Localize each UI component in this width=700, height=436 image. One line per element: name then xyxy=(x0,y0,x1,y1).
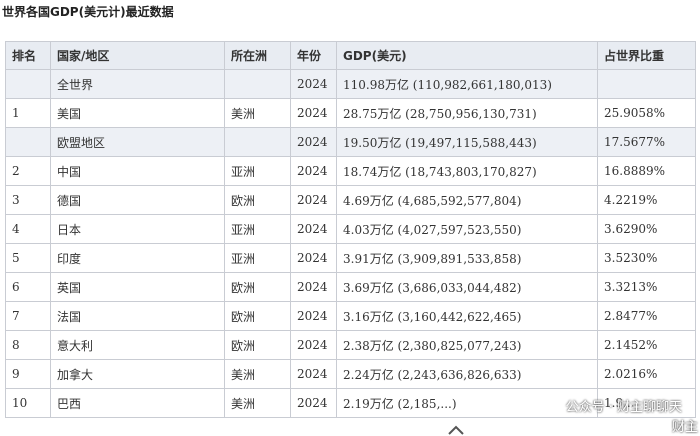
cell-rank xyxy=(5,127,51,157)
table-row: 9 加拿大 美洲 2024 2.24万亿 (2,243,636,826,633) 2.02… xyxy=(5,359,696,389)
cell-share: 16.8889% xyxy=(597,156,696,186)
cell-share: 2.8477% xyxy=(597,301,696,331)
cell-rank: 3 xyxy=(5,185,51,215)
cell-rank: 10 xyxy=(5,388,51,418)
header-year: 年份 xyxy=(290,41,337,70)
watermark-secondary: 财主 xyxy=(671,420,698,435)
cell-country: 全世界 xyxy=(50,69,225,99)
cell-country: 中国 xyxy=(50,156,225,186)
cell-continent xyxy=(224,127,291,157)
cell-year: 2024 xyxy=(290,127,337,157)
cell-rank: 5 xyxy=(5,243,51,273)
cell-share: 17.5677% xyxy=(597,127,696,157)
cell-year: 2024 xyxy=(290,98,337,128)
cell-share: 4.2219% xyxy=(597,185,696,215)
table-header-row: 排名 国家/地区 所在洲 年份 GDP(美元) 占世界比重 xyxy=(5,41,696,70)
cell-year: 2024 xyxy=(290,301,337,331)
cell-gdp: 110.98万亿 (110,982,661,180,013) xyxy=(336,69,598,99)
cell-gdp: 3.69万亿 (3,686,033,044,482) xyxy=(336,272,598,302)
gdp-table: 排名 国家/地区 所在洲 年份 GDP(美元) 占世界比重 全世界 2024 110… xyxy=(5,41,696,418)
cell-country: 英国 xyxy=(50,272,225,302)
cell-year: 2024 xyxy=(290,359,337,389)
cell-country: 意大利 xyxy=(50,330,225,360)
cell-continent: 亚洲 xyxy=(224,243,291,273)
cell-gdp: 4.69万亿 (4,685,592,577,804) xyxy=(336,185,598,215)
cell-gdp: 3.91万亿 (3,909,891,533,858) xyxy=(336,243,598,273)
watermark-text: 公众号 · 财主聊聊天 xyxy=(565,400,682,415)
cell-continent: 欧洲 xyxy=(224,272,291,302)
cell-year: 2024 xyxy=(290,330,337,360)
header-share: 占世界比重 xyxy=(597,41,696,70)
table-row: 7 法国 欧洲 2024 3.16万亿 (3,160,442,622,465) 2.847… xyxy=(5,301,696,331)
cell-continent: 亚洲 xyxy=(224,214,291,244)
cell-share: 3.3213% xyxy=(597,272,696,302)
header-rank: 排名 xyxy=(5,41,51,70)
cell-year: 2024 xyxy=(290,388,337,418)
cell-country: 加拿大 xyxy=(50,359,225,389)
cell-year: 2024 xyxy=(290,156,337,186)
cell-gdp: 4.03万亿 (4,027,597,523,550) xyxy=(336,214,598,244)
table-row: 3 德国 欧洲 2024 4.69万亿 (4,685,592,577,804) 4.221… xyxy=(5,185,696,215)
cell-gdp: 2.24万亿 (2,243,636,826,633) xyxy=(336,359,598,389)
cell-country: 欧盟地区 xyxy=(50,127,225,157)
table-row: 1 美国 美洲 2024 28.75万亿 (28,750,956,130,731) 25.… xyxy=(5,98,696,128)
cell-continent: 美洲 xyxy=(224,98,291,128)
cell-gdp: 18.74万亿 (18,743,803,170,827) xyxy=(336,156,598,186)
cell-continent: 欧洲 xyxy=(224,330,291,360)
wechat-icon xyxy=(545,399,562,412)
watermark: 公众号 · 财主聊聊天 xyxy=(545,396,682,415)
table-row: 2 中国 亚洲 2024 18.74万亿 (18,743,803,170,827) 16.… xyxy=(5,156,696,186)
scroll-indicator-icon xyxy=(448,425,464,435)
cell-rank: 1 xyxy=(5,98,51,128)
cell-gdp: 2.38万亿 (2,380,825,077,243) xyxy=(336,330,598,360)
table-row: 全世界 2024 110.98万亿 (110,982,661,180,013) xyxy=(5,69,696,99)
table-row: 欧盟地区 2024 19.50万亿 (19,497,115,588,443) 17.5… xyxy=(5,127,696,157)
cell-year: 2024 xyxy=(290,214,337,244)
table-row: 5 印度 亚洲 2024 3.91万亿 (3,909,891,533,858) 3.523… xyxy=(5,243,696,273)
cell-year: 2024 xyxy=(290,185,337,215)
header-country: 国家/地区 xyxy=(50,41,225,70)
cell-country: 印度 xyxy=(50,243,225,273)
cell-rank: 2 xyxy=(5,156,51,186)
cell-rank: 6 xyxy=(5,272,51,302)
cell-continent: 美洲 xyxy=(224,388,291,418)
cell-continent: 美洲 xyxy=(224,359,291,389)
cell-country: 德国 xyxy=(50,185,225,215)
cell-country: 美国 xyxy=(50,98,225,128)
cell-gdp: 28.75万亿 (28,750,956,130,731) xyxy=(336,98,598,128)
cell-country: 巴西 xyxy=(50,388,225,418)
cell-continent: 亚洲 xyxy=(224,156,291,186)
cell-continent xyxy=(224,69,291,99)
cell-share xyxy=(597,69,696,99)
cell-country: 日本 xyxy=(50,214,225,244)
cell-gdp: 19.50万亿 (19,497,115,588,443) xyxy=(336,127,598,157)
gdp-table-container: 排名 国家/地区 所在洲 年份 GDP(美元) 占世界比重 全世界 2024 110… xyxy=(5,41,696,418)
cell-rank: 7 xyxy=(5,301,51,331)
cell-share: 2.1452% xyxy=(597,330,696,360)
cell-continent: 欧洲 xyxy=(224,301,291,331)
cell-share: 2.0216% xyxy=(597,359,696,389)
cell-gdp: 3.16万亿 (3,160,442,622,465) xyxy=(336,301,598,331)
table-row: 6 英国 欧洲 2024 3.69万亿 (3,686,033,044,482) 3.321… xyxy=(5,272,696,302)
cell-rank xyxy=(5,69,51,99)
cell-year: 2024 xyxy=(290,69,337,99)
table-body: 全世界 2024 110.98万亿 (110,982,661,180,013) 1 美国… xyxy=(5,69,696,418)
header-gdp: GDP(美元) xyxy=(336,41,598,70)
cell-continent: 欧洲 xyxy=(224,185,291,215)
cell-share: 25.9058% xyxy=(597,98,696,128)
cell-share: 3.6290% xyxy=(597,214,696,244)
cell-rank: 4 xyxy=(5,214,51,244)
page-title: 世界各国GDP(美元计)最近数据 xyxy=(2,5,174,19)
cell-rank: 8 xyxy=(5,330,51,360)
cell-year: 2024 xyxy=(290,243,337,273)
cell-country: 法国 xyxy=(50,301,225,331)
cell-year: 2024 xyxy=(290,272,337,302)
header-continent: 所在洲 xyxy=(224,41,291,70)
cell-rank: 9 xyxy=(5,359,51,389)
table-row: 4 日本 亚洲 2024 4.03万亿 (4,027,597,523,550) 3.629… xyxy=(5,214,696,244)
table-row: 8 意大利 欧洲 2024 2.38万亿 (2,380,825,077,243) 2.14… xyxy=(5,330,696,360)
cell-share: 3.5230% xyxy=(597,243,696,273)
